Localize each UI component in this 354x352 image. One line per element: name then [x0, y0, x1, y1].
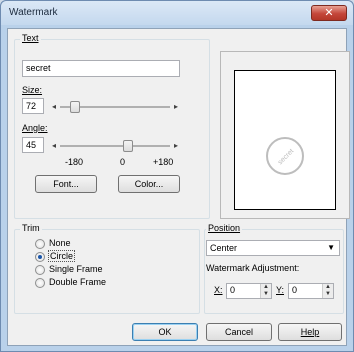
angle-min-label: -180 [65, 157, 84, 167]
trim-option-label: None [49, 238, 71, 248]
adjustment-label: Watermark Adjustment: [206, 263, 300, 273]
x-spinner[interactable]: 0 ▲ ▼ [226, 283, 272, 299]
angle-slider-track [60, 145, 170, 147]
size-value-field[interactable]: 72 [22, 98, 44, 114]
angle-max-label: +180 [153, 157, 174, 167]
trim-option-label: Single Frame [49, 264, 103, 274]
angle-mid-label: 0 [120, 157, 126, 167]
font-button[interactable]: Font... [35, 175, 97, 193]
ok-button[interactable]: OK [132, 323, 198, 341]
triangle-right-icon[interactable]: ▸ [172, 141, 180, 151]
radio-button[interactable] [35, 239, 45, 249]
ok-button-label: OK [158, 327, 172, 337]
trim-option-single-frame[interactable]: Single Frame [35, 264, 135, 276]
radio-button[interactable] [35, 265, 45, 275]
y-spinner-arrows[interactable]: ▲ ▼ [322, 284, 333, 298]
dialog-body: Text secret Size: 72 ◂ ▸ Angle: 45 ◂ ▸ -… [7, 28, 350, 346]
cancel-button-label: Cancel [224, 327, 253, 337]
color-button-label: Color... [134, 179, 164, 189]
chevron-down-icon[interactable]: ▼ [327, 241, 335, 255]
help-button-label: Help [300, 327, 320, 337]
watermark-text-input[interactable]: secret [22, 60, 180, 77]
trim-option-none[interactable]: None [35, 238, 135, 250]
preview-page: secret [234, 70, 336, 210]
title-bar[interactable]: Watermark ✕ [1, 1, 353, 25]
x-spinner-arrows[interactable]: ▲ ▼ [260, 284, 271, 298]
dialog-title: Watermark [9, 7, 58, 18]
trim-option-circle[interactable]: Circle [35, 250, 135, 263]
trim-option-label: Double Frame [49, 277, 107, 287]
y-label: Y: [276, 285, 285, 295]
color-button[interactable]: Color... [118, 175, 180, 193]
radio-button[interactable] [35, 252, 45, 262]
close-icon: ✕ [324, 7, 334, 19]
help-button[interactable]: Help [278, 323, 342, 341]
watermark-stamp: secret [266, 137, 304, 175]
watermark-stamp-text: secret [277, 148, 295, 166]
size-label: Size: [22, 85, 43, 95]
angle-value-field[interactable]: 45 [22, 137, 44, 153]
text-group-label: Text [20, 33, 41, 43]
cancel-button[interactable]: Cancel [206, 323, 272, 341]
trim-group-label: Trim [20, 223, 42, 233]
radio-button[interactable] [35, 278, 45, 288]
position-select[interactable]: Center ▼ [206, 240, 340, 256]
triangle-left-icon[interactable]: ◂ [50, 141, 58, 151]
angle-label: Angle: [22, 123, 48, 133]
size-slider[interactable]: ◂ ▸ [50, 100, 180, 114]
trim-option-label: Circle [47, 250, 76, 262]
position-group-label: Position [206, 223, 243, 233]
x-label: X: [214, 285, 223, 295]
y-value: 0 [292, 285, 298, 295]
y-spinner[interactable]: 0 ▲ ▼ [288, 283, 334, 299]
x-value: 0 [230, 285, 236, 295]
trim-option-double-frame[interactable]: Double Frame [35, 277, 145, 289]
position-selected-value: Center [210, 243, 238, 253]
watermark-dialog: Watermark ✕ Text secret Size: 72 ◂ ▸ Ang… [0, 0, 354, 352]
size-slider-thumb[interactable] [70, 101, 80, 113]
triangle-left-icon[interactable]: ◂ [50, 102, 58, 112]
angle-slider[interactable]: ◂ ▸ [50, 139, 180, 153]
angle-slider-thumb[interactable] [122, 140, 133, 152]
triangle-right-icon[interactable]: ▸ [172, 102, 180, 112]
close-button[interactable]: ✕ [311, 5, 347, 21]
font-button-label: Font... [53, 179, 79, 189]
